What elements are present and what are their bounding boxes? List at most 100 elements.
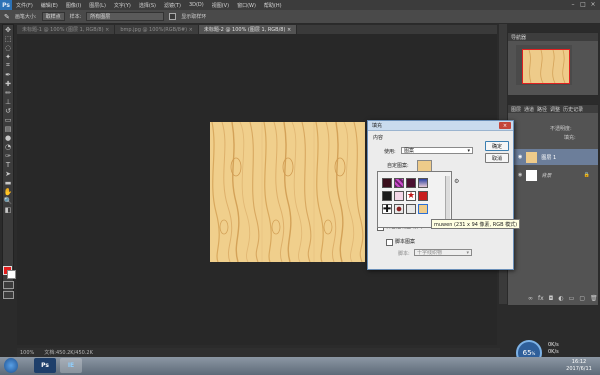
navigator-thumbnail[interactable] <box>522 49 570 84</box>
taskbar-ie[interactable]: IE <box>60 358 82 373</box>
document-tabs: 未标题-1 @ 100% (图层 1, RGB/8) × bmp.jpg @ 1… <box>17 25 497 34</box>
start-button-icon[interactable] <box>4 358 18 373</box>
taskbar-photoshop[interactable]: Ps <box>34 358 56 373</box>
ok-button[interactable]: 确定 <box>485 141 509 151</box>
menu-edit[interactable]: 编辑(E) <box>37 2 62 9</box>
magic-wand-tool-icon[interactable]: ✦ <box>3 52 13 61</box>
script-select-value: 十字线织物 <box>417 250 443 256</box>
blur-tool-icon[interactable]: ● <box>3 133 13 142</box>
layer-style-icon[interactable]: fx <box>538 295 544 302</box>
download-speed: 0K/s <box>548 349 559 355</box>
default-colors-icon[interactable]: ◧ <box>3 205 13 214</box>
menu-image[interactable]: 图像(I) <box>62 2 85 9</box>
menu-3d[interactable]: 3D(D) <box>185 2 208 8</box>
brush-size-label: 画笔大小: <box>14 14 37 20</box>
use-select[interactable]: 图案 ▾ <box>401 147 473 154</box>
new-group-icon[interactable]: ▭ <box>569 295 575 302</box>
clock-date: 2017/6/11 <box>566 366 592 372</box>
eye-icon[interactable]: ◉ <box>518 172 522 178</box>
add-mask-icon[interactable]: ◘ <box>549 295 554 302</box>
eyedropper-tool-icon[interactable]: ✒ <box>3 70 13 79</box>
background-color-swatch[interactable] <box>7 270 16 279</box>
dodge-tool-icon[interactable]: ◔ <box>3 142 13 151</box>
taskbar <box>0 357 600 375</box>
zoom-tool-icon[interactable]: 🔍 <box>3 196 13 205</box>
pattern-swatch[interactable] <box>406 178 416 188</box>
adjustment-layer-icon[interactable]: ◐ <box>558 295 563 302</box>
layer-name: 背景 <box>541 172 552 179</box>
history-brush-tool-icon[interactable]: ↺ <box>3 106 13 115</box>
tab-document-3[interactable]: 未标题-2 @ 100% (图层 1, RGB/8) × <box>198 25 298 34</box>
system-clock[interactable]: 16:12 2017/6/11 <box>560 359 598 373</box>
menu-view[interactable]: 视图(V) <box>208 2 233 9</box>
close-button[interactable]: × <box>588 0 598 9</box>
menu-help[interactable]: 帮助(H) <box>260 2 286 9</box>
cancel-button[interactable]: 取消 <box>485 153 509 163</box>
pattern-swatch[interactable] <box>382 191 392 201</box>
star-pattern-icon[interactable]: ★ <box>406 191 416 201</box>
gradient-tool-icon[interactable]: ▤ <box>3 124 13 133</box>
layer-row[interactable]: ◉ 背景 🔒 <box>508 167 598 183</box>
type-tool-icon[interactable]: T <box>3 160 13 169</box>
delete-layer-icon[interactable]: 🗑 <box>590 295 598 302</box>
tab-history[interactable]: 历史记录 <box>563 106 583 113</box>
show-ring-checkbox[interactable] <box>169 13 177 20</box>
link-layers-icon[interactable]: ∞ <box>528 295 533 302</box>
tab-document-1[interactable]: 未标题-1 @ 100% (图层 1, RGB/8) × <box>17 25 116 34</box>
layers-panel-tabs: 图层 通道 路径 调整 历史记录 <box>508 105 598 113</box>
pattern-swatch[interactable] <box>394 204 404 214</box>
use-select-value: 图案 <box>404 148 415 154</box>
marquee-tool-icon[interactable]: ⬚ <box>3 34 13 43</box>
tab-channels[interactable]: 通道 <box>524 106 534 113</box>
sample-select[interactable]: 所有图层 <box>86 12 165 21</box>
crop-tool-icon[interactable]: ⌗ <box>3 61 13 70</box>
menu-select[interactable]: 选择(S) <box>135 2 160 9</box>
zoom-level[interactable]: 100% <box>20 350 34 356</box>
dialog-title[interactable]: 填充 <box>368 121 513 131</box>
pattern-swatch[interactable] <box>406 204 416 214</box>
wood-pattern-swatch[interactable] <box>418 204 428 214</box>
minimize-button[interactable]: – <box>568 0 578 9</box>
brush-tool-icon[interactable]: ✏ <box>3 88 13 97</box>
pattern-swatch[interactable] <box>394 191 404 201</box>
menu-window[interactable]: 窗口(W) <box>233 2 260 9</box>
hand-tool-icon[interactable]: ✋ <box>3 187 13 196</box>
stamp-tool-icon[interactable]: ⊥ <box>3 97 13 106</box>
shape-tool-icon[interactable]: ▬ <box>3 178 13 187</box>
gauge-unit: % <box>531 350 536 356</box>
picker-scrollbar[interactable] <box>445 176 450 224</box>
gear-icon[interactable]: ⚙ <box>454 178 459 185</box>
wood-texture-canvas[interactable] <box>210 122 365 262</box>
tab-layers[interactable]: 图层 <box>511 106 521 113</box>
pattern-swatch[interactable] <box>394 178 404 188</box>
content-label: 内容 <box>373 135 384 141</box>
quick-mask-icon[interactable] <box>3 281 14 289</box>
move-tool-icon[interactable]: ✥ <box>3 25 13 34</box>
pattern-swatch[interactable] <box>418 178 428 188</box>
path-selection-tool-icon[interactable]: ➤ <box>3 169 13 178</box>
new-layer-icon[interactable]: ▢ <box>579 295 585 302</box>
layer-row[interactable]: ◉ 图层 1 <box>508 149 598 165</box>
navigator-tab[interactable]: 导航器 <box>508 33 598 41</box>
eraser-tool-icon[interactable]: ▭ <box>3 115 13 124</box>
tab-paths[interactable]: 路径 <box>537 106 547 113</box>
brush-size-select[interactable]: 取样点 <box>41 12 65 21</box>
screen-mode-icon[interactable] <box>3 291 14 299</box>
pattern-swatch[interactable] <box>382 178 392 188</box>
menu-filter[interactable]: 滤镜(T) <box>160 2 185 9</box>
tab-document-2[interactable]: bmp.jpg @ 100%(RGB/8#) × <box>115 25 199 34</box>
pattern-swatch[interactable] <box>418 191 428 201</box>
script-pattern-checkbox[interactable] <box>386 239 393 246</box>
eye-icon[interactable]: ◉ <box>518 154 522 160</box>
maximize-button[interactable]: □ <box>578 0 588 9</box>
dialog-close-button[interactable]: × <box>499 122 511 129</box>
menu-type[interactable]: 文字(Y) <box>110 2 135 9</box>
menu-file[interactable]: 文件(F) <box>12 2 37 9</box>
eyedropper-tool-icon[interactable]: ✎ <box>4 13 10 21</box>
cross-pattern-icon[interactable]: ✚ <box>382 204 392 215</box>
healing-tool-icon[interactable]: ✚ <box>3 79 13 88</box>
pen-tool-icon[interactable]: ✑ <box>3 151 13 160</box>
lasso-tool-icon[interactable]: ◌ <box>3 43 13 52</box>
tab-adjustments[interactable]: 调整 <box>550 106 560 113</box>
menu-layer[interactable]: 图层(L) <box>85 2 110 9</box>
